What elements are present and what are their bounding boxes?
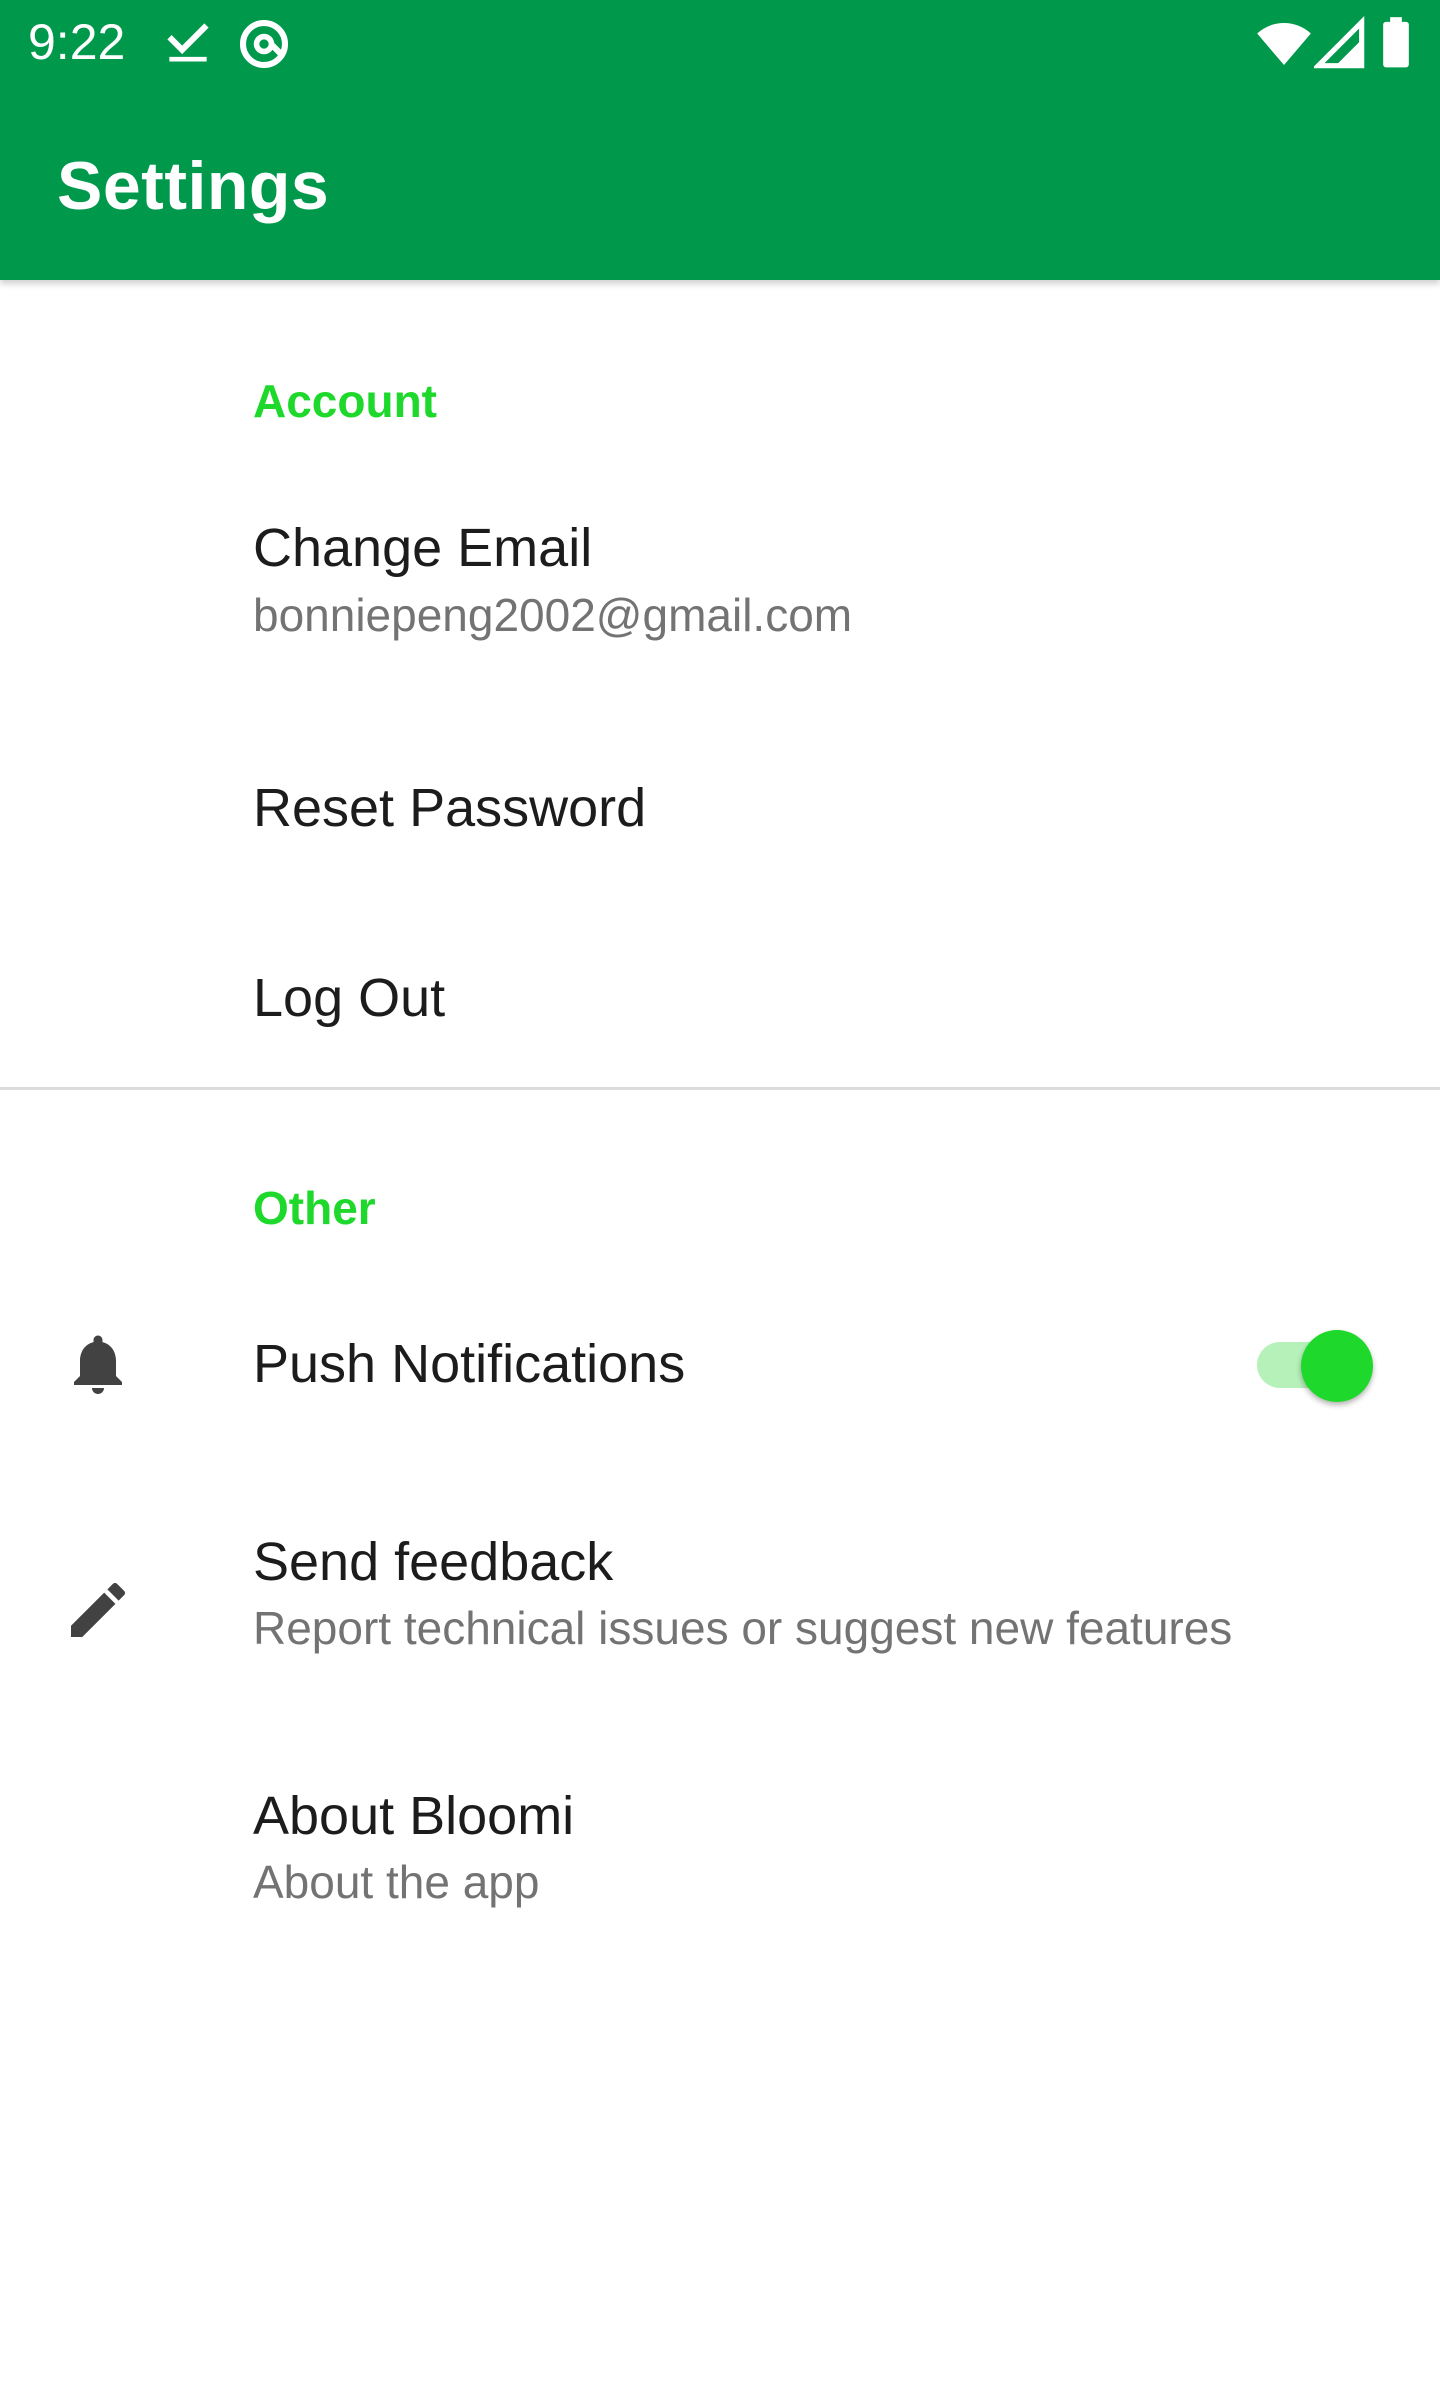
about-bloomi-item[interactable]: About Bloomi About the app	[0, 1714, 1440, 1966]
log-out-item[interactable]: Log Out	[0, 874, 1440, 1066]
section-header-account: Account	[253, 375, 437, 427]
change-email-title: Change Email	[253, 518, 593, 578]
check-download-icon	[167, 23, 209, 62]
battery-icon	[1383, 17, 1409, 68]
app-bar: Settings	[0, 84, 1440, 280]
change-email-item[interactable]: Change Email bonniepeng2002@gmail.com	[0, 464, 1440, 684]
reset-password-title: Reset Password	[253, 778, 647, 838]
send-feedback-item[interactable]: Send feedback Report technical issues or…	[0, 1460, 1440, 1714]
send-feedback-summary: Report technical issues or suggest new f…	[253, 1602, 1233, 1654]
log-out-title: Log Out	[253, 968, 446, 1028]
status-bar: 9:22	[0, 0, 1440, 84]
page-title: Settings	[57, 148, 330, 224]
change-email-summary: bonniepeng2002@gmail.com	[253, 589, 853, 641]
push-notifications-switch[interactable]	[1253, 1324, 1373, 1404]
section-header-other: Other	[253, 1182, 376, 1234]
settings-list[interactable]: Account Change Email bonniepeng2002@gmai…	[0, 280, 1440, 2392]
reset-password-item[interactable]: Reset Password	[0, 684, 1440, 874]
status-time: 9:22	[28, 14, 126, 70]
at-sign-icon	[239, 19, 289, 69]
pencil-icon	[71, 1582, 126, 1637]
send-feedback-title: Send feedback	[253, 1532, 614, 1592]
push-notifications-title: Push Notifications	[253, 1334, 686, 1394]
about-bloomi-title: About Bloomi	[253, 1786, 575, 1846]
about-bloomi-summary: About the app	[253, 1856, 540, 1908]
push-notifications-item[interactable]: Push Notifications	[0, 1270, 1440, 1460]
wifi-icon	[1257, 23, 1311, 65]
section-divider	[0, 1087, 1440, 1090]
bell-icon	[74, 1335, 122, 1394]
top-bar: 9:22 Settings	[0, 0, 1440, 280]
cellular-signal-icon	[1314, 16, 1365, 69]
switch-thumb	[1301, 1330, 1373, 1402]
settings-screen: 9:22 Settings Account Change Email bonni…	[0, 0, 1440, 2392]
